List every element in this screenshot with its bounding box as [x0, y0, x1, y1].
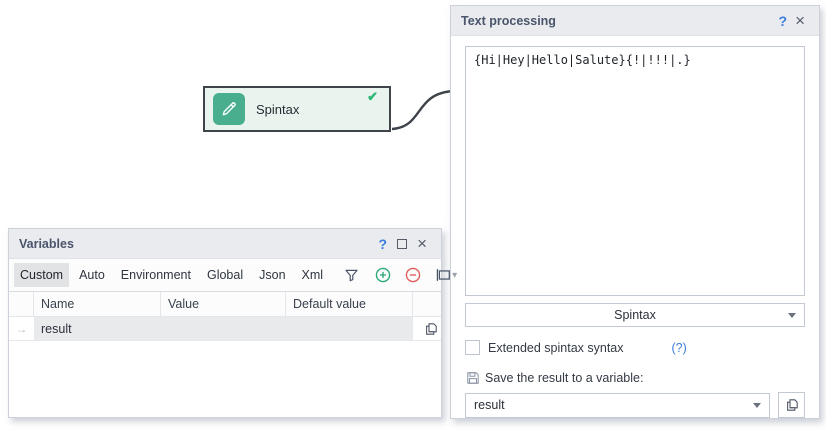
table-row[interactable]: → result: [9, 317, 441, 341]
copy-variable-button[interactable]: [778, 392, 805, 418]
mode-dropdown-value: Spintax: [614, 308, 656, 322]
node-connector-line: [388, 84, 456, 136]
variables-titlebar[interactable]: Variables ? ×: [9, 229, 441, 259]
variable-select-row: [465, 392, 805, 418]
tab-custom[interactable]: Custom: [14, 263, 69, 287]
tab-global[interactable]: Global: [201, 263, 249, 287]
floppy-save-icon: [465, 370, 481, 386]
text-processing-dialog: Text processing ? × {Hi|Hey|Hello|Salute…: [450, 5, 820, 419]
extended-syntax-row: Extended spintax syntax (?): [465, 339, 805, 356]
current-row-arrow-icon: →: [16, 322, 28, 336]
row-selector-gutter: →: [9, 317, 34, 340]
filter-icon[interactable]: [343, 265, 360, 285]
column-header-value[interactable]: Value: [161, 292, 286, 316]
help-icon[interactable]: ?: [775, 13, 792, 29]
variable-dropdown-input[interactable]: [466, 394, 769, 417]
maximize-icon[interactable]: [397, 239, 407, 249]
spintax-node[interactable]: Spintax ✔: [203, 86, 391, 132]
variable-name-cell[interactable]: result: [34, 317, 161, 340]
text-processing-titlebar[interactable]: Text processing ? ×: [451, 6, 819, 36]
spintax-text-input[interactable]: {Hi|Hey|Hello|Salute}{!|!!!|.}: [465, 46, 805, 296]
text-processing-body: {Hi|Hey|Hello|Salute}{!|!!!|.} Spintax E…: [451, 36, 819, 428]
column-header-actions: [413, 292, 441, 316]
chevron-down-icon: [753, 403, 761, 408]
column-header-default[interactable]: Default value: [286, 292, 413, 316]
panel-title: Variables: [19, 237, 74, 251]
variable-default-cell[interactable]: [286, 317, 413, 340]
pencil-icon: [213, 93, 245, 125]
mode-dropdown[interactable]: Spintax: [465, 303, 805, 327]
tab-xml[interactable]: Xml: [296, 263, 330, 287]
gutter-header: [9, 292, 34, 316]
copy-row-button[interactable]: [413, 317, 441, 340]
extended-syntax-help-link[interactable]: (?): [672, 341, 687, 355]
variables-table-header: Name Value Default value: [9, 292, 441, 317]
more-options-icon[interactable]: ▾: [452, 270, 457, 281]
tab-environment[interactable]: Environment: [115, 263, 197, 287]
variable-value-cell[interactable]: [161, 317, 286, 340]
variables-panel: Variables ? × Custom Auto Environment Gl…: [8, 228, 442, 418]
success-check-icon: ✔: [367, 89, 378, 105]
variables-toolbar: Custom Auto Environment Global Json Xml: [9, 259, 441, 292]
save-result-row: Save the result to a variable:: [465, 369, 805, 386]
close-icon[interactable]: ×: [791, 14, 809, 28]
dialog-title: Text processing: [461, 14, 556, 28]
variable-dropdown[interactable]: [465, 393, 770, 418]
remove-variable-icon[interactable]: [404, 265, 422, 285]
help-icon[interactable]: ?: [375, 236, 392, 252]
tab-json[interactable]: Json: [253, 263, 291, 287]
close-icon[interactable]: ×: [413, 237, 431, 251]
save-result-label: Save the result to a variable:: [485, 371, 643, 385]
tab-auto[interactable]: Auto: [73, 263, 111, 287]
add-variable-icon[interactable]: [374, 265, 392, 285]
chevron-down-icon: [788, 313, 796, 318]
flow-canvas[interactable]: Spintax ✔ Text processing ? × {Hi|Hey|He…: [0, 0, 826, 430]
extended-syntax-checkbox[interactable]: [465, 340, 480, 355]
extended-syntax-label: Extended spintax syntax: [488, 341, 624, 355]
columns-icon[interactable]: [434, 265, 452, 285]
column-header-name[interactable]: Name: [34, 292, 161, 316]
node-label: Spintax: [256, 102, 299, 117]
